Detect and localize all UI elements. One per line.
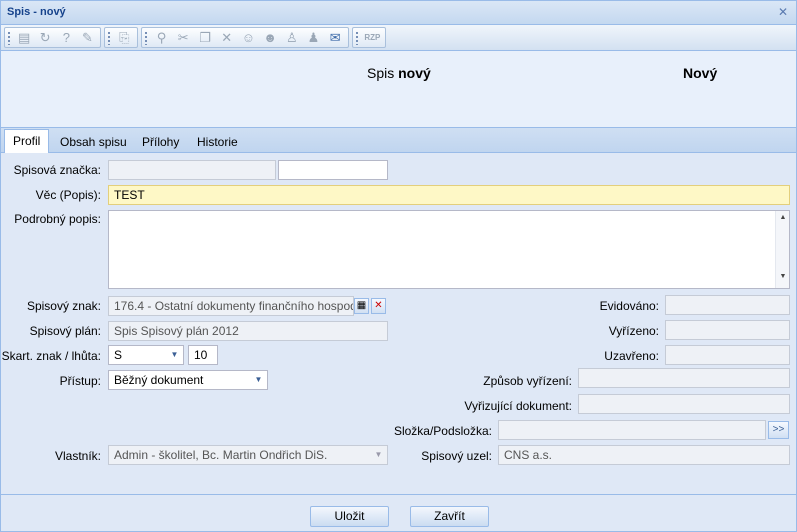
header-title: Spis nový — [367, 65, 431, 81]
vyrizujici-dokument-label: Vyřizující dokument: — [464, 399, 572, 413]
header-label: Spis — [367, 65, 395, 81]
vlastnik-value: Admin - školitel, Bc. Martin Ondřich DiS… — [114, 448, 328, 462]
toolbar: ▤ ↻ ? ✎ ⎘ ⚲ ✂ ❐ ✕ ☺ ☻ ♙ ♟ ✉ RZP — [1, 25, 796, 51]
toolbar-group-1: ▤ ↻ ? ✎ — [4, 27, 101, 48]
zpusob-vyrizeni-label: Způsob vyřízení: — [483, 374, 572, 388]
scroll-up-icon[interactable]: ▲ — [776, 214, 790, 226]
chevron-down-icon[interactable]: ▼ — [250, 371, 267, 389]
grip-icon — [355, 30, 359, 45]
profile-form: Spisová značka: Věc (Popis): TEST Podrob… — [1, 153, 796, 495]
slozka-select-button[interactable]: >> — [768, 421, 789, 439]
spisovy-znak-label: Spisový znak: — [26, 299, 101, 313]
vlastnik-select[interactable]: Admin - školitel, Bc. Martin Ondřich DiS… — [108, 445, 388, 465]
tab-bar: Profil Obsah spisu Přílohy Historie — [1, 127, 796, 154]
title-bar: Spis - nový ✕ — [1, 1, 796, 25]
close-button-label: Zavřít — [434, 509, 465, 523]
help-icon[interactable]: ? — [58, 29, 74, 47]
close-icon[interactable]: ✕ — [776, 5, 790, 19]
vyrizujici-dokument-field[interactable] — [578, 394, 790, 414]
header-status: Nový — [683, 65, 718, 81]
spisova-znacka-label: Spisová značka: — [13, 163, 101, 177]
spisova-znacka-field-1[interactable] — [108, 160, 276, 180]
tab-obsah-spisu[interactable]: Obsah spisu — [52, 131, 135, 154]
chevron-down-icon[interactable]: ▼ — [166, 346, 183, 364]
pristup-label: Přístup: — [59, 374, 101, 388]
skart-lhuta-input[interactable]: 10 — [188, 345, 218, 365]
person-add-icon[interactable]: ♙ — [283, 29, 300, 47]
evidovano-label: Evidováno: — [599, 299, 659, 313]
spisovy-uzel-label: Spisový uzel: — [421, 449, 492, 463]
spisovy-znak-field[interactable]: 176.4 - Ostatní dokumenty finančního hos… — [108, 296, 354, 316]
document-icon[interactable]: ▤ — [16, 29, 32, 47]
mail-icon[interactable]: ✉ — [327, 29, 344, 47]
skart-znak-select[interactable]: S ▼ — [108, 345, 184, 365]
user-icon[interactable]: ⚲ — [153, 29, 170, 47]
group-icon[interactable]: ☻ — [262, 29, 279, 47]
slozka-label: Složka/Podsložka: — [393, 424, 492, 438]
rzp-button[interactable]: RZP — [364, 29, 380, 47]
spisova-znacka-field-2[interactable] — [278, 160, 388, 180]
person-icon[interactable]: ☺ — [240, 29, 257, 47]
uzavreno-field[interactable] — [665, 345, 790, 365]
pristup-select[interactable]: Běžný dokument ▼ — [108, 370, 268, 390]
vec-input[interactable]: TEST — [108, 185, 790, 205]
toolbar-group-4: RZP — [352, 27, 386, 48]
toolbar-group-3: ⚲ ✂ ❐ ✕ ☺ ☻ ♙ ♟ ✉ — [141, 27, 349, 48]
save-button[interactable]: Uložit — [310, 506, 389, 527]
pristup-value: Běžný dokument — [114, 373, 204, 387]
cut-icon[interactable]: ✂ — [175, 29, 192, 47]
header-name: nový — [398, 65, 431, 81]
evidovano-field[interactable] — [665, 295, 790, 315]
attach-icon[interactable]: ⎘ — [116, 29, 132, 47]
clear-icon[interactable]: ✕ — [371, 298, 386, 314]
close-button[interactable]: Zavřít — [410, 506, 489, 527]
copy-icon[interactable]: ❐ — [197, 29, 214, 47]
tab-profil[interactable]: Profil — [4, 129, 50, 154]
skart-znak-value: S — [114, 348, 123, 362]
podrobny-popis-label: Podrobný popis: — [14, 212, 101, 226]
person-remove-icon[interactable]: ♟ — [305, 29, 322, 47]
delete-icon[interactable]: ✕ — [218, 29, 235, 47]
footer: Uložit Zavřít — [1, 495, 796, 531]
vyrizeno-label: Vyřízeno: — [608, 324, 659, 338]
uzavreno-label: Uzavřeno: — [604, 349, 659, 363]
grip-icon — [144, 30, 148, 45]
grip-icon — [107, 30, 111, 45]
zpusob-vyrizeni-field[interactable] — [578, 368, 790, 388]
window-title: Spis - nový — [7, 6, 66, 18]
toolbar-group-2: ⎘ — [104, 27, 138, 48]
edit-icon[interactable]: ✎ — [79, 29, 95, 47]
vyrizeno-field[interactable] — [665, 320, 790, 340]
skart-label: Skart. znak / lhůta: — [1, 349, 101, 363]
vec-label: Věc (Popis): — [35, 188, 101, 202]
textarea-scrollbar[interactable]: ▲ ▼ — [775, 211, 789, 288]
podrobny-popis-textarea[interactable]: ▲ ▼ — [108, 210, 790, 289]
grid-select-icon[interactable]: ▦ — [354, 298, 369, 314]
tab-historie[interactable]: Historie — [189, 131, 246, 154]
spisovy-plan-field[interactable]: Spis Spisový plán 2012 — [108, 321, 388, 341]
spisovy-uzel-field[interactable]: CNS a.s. — [498, 445, 790, 465]
grip-icon — [7, 30, 11, 45]
spisovy-plan-label: Spisový plán: — [29, 324, 101, 338]
scroll-down-icon[interactable]: ▼ — [776, 273, 790, 285]
refresh-icon[interactable]: ↻ — [37, 29, 53, 47]
slozka-field[interactable] — [498, 420, 766, 440]
header-panel: Spis nový Nový — [1, 51, 796, 127]
tab-prilohy[interactable]: Přílohy — [134, 131, 187, 154]
dialog-window: Spis - nový ✕ ▤ ↻ ? ✎ ⎘ ⚲ ✂ ❐ ✕ ☺ ☻ ♙ ♟ … — [0, 0, 797, 532]
vlastnik-label: Vlastník: — [54, 449, 101, 463]
save-button-label: Uložit — [334, 509, 365, 523]
